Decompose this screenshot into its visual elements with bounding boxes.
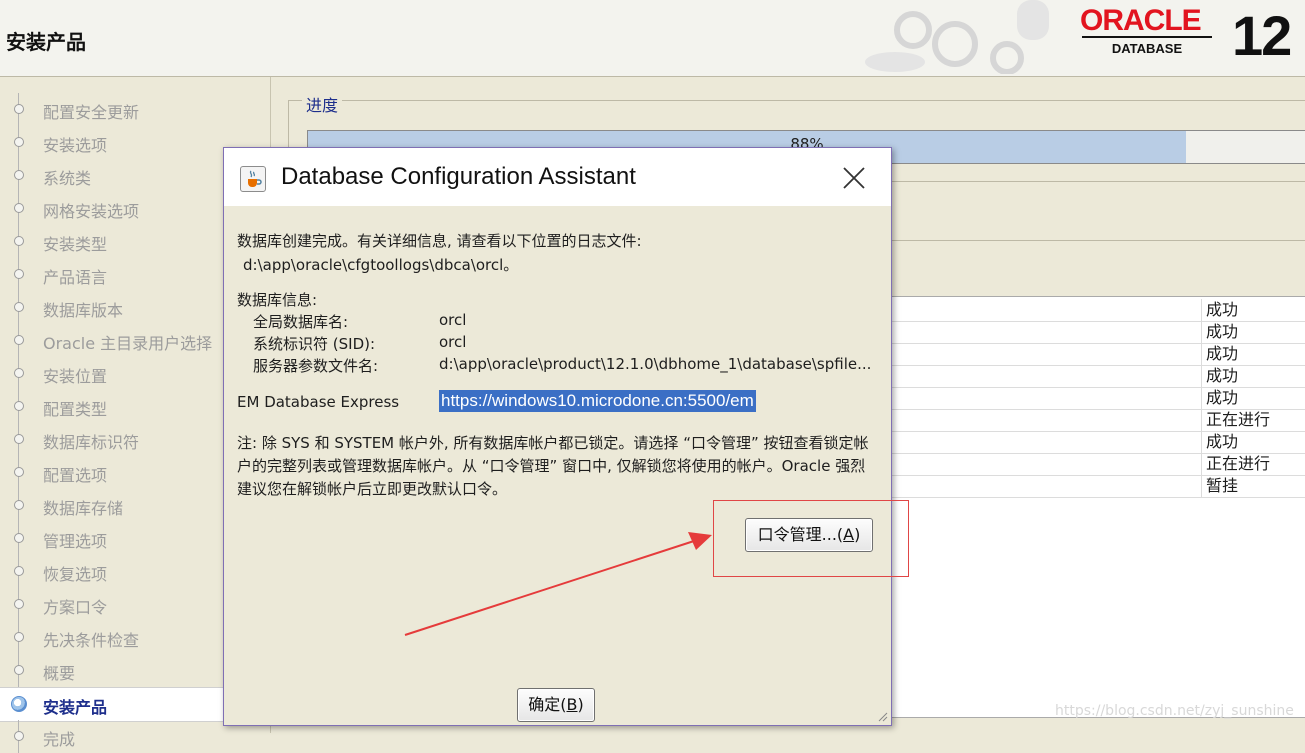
step-node-icon bbox=[14, 632, 24, 642]
status-table: 成功 成功 成功 成功 成功 正在进行 成功 正在进行 暂挂 bbox=[888, 296, 1305, 718]
status-cell: 成功 bbox=[1201, 387, 1238, 409]
gears-graphic-icon bbox=[865, 0, 1049, 74]
status-row: 暂挂 bbox=[889, 475, 1305, 498]
account-lock-note: 注: 除 SYS 和 SYSTEM 帐户外, 所有数据库帐户都已锁定。请选择 “… bbox=[237, 434, 869, 498]
em-url-link[interactable]: https://windows10.microdone.cn:5500/em bbox=[439, 390, 756, 412]
sidebar-step-label: 数据库存储 bbox=[43, 499, 124, 518]
dialog-title: Database Configuration Assistant bbox=[281, 163, 636, 190]
sidebar-step-label: 产品语言 bbox=[43, 268, 108, 287]
step-node-icon bbox=[11, 696, 27, 712]
oracle-version: 12 bbox=[1232, 4, 1292, 67]
close-icon[interactable] bbox=[836, 160, 872, 196]
log-path: d:\app\oracle\cfgtoollogs\dbca\orcl。 bbox=[243, 256, 519, 274]
progress-legend: 进度 bbox=[302, 92, 343, 116]
step-node-icon bbox=[14, 236, 24, 246]
spfile-value: d:\app\oracle\product\12.1.0\dbhome_1\da… bbox=[439, 355, 872, 373]
sidebar-step-label: 配置选项 bbox=[43, 466, 108, 485]
ok-button-mnemonic: B bbox=[566, 695, 578, 714]
step-node-icon bbox=[14, 203, 24, 213]
status-row: 成功 bbox=[889, 343, 1305, 366]
sidebar-step-label: 安装类型 bbox=[43, 235, 108, 254]
ok-button[interactable]: 确定(B) bbox=[517, 688, 595, 722]
status-cell: 正在进行 bbox=[1201, 453, 1270, 475]
status-cell: 暂挂 bbox=[1201, 475, 1238, 497]
dbca-dialog: Database Configuration Assistant 数据库创建完成… bbox=[223, 147, 892, 726]
step-node-icon bbox=[14, 269, 24, 279]
status-cell: 成功 bbox=[1201, 431, 1238, 453]
status-cell: 正在进行 bbox=[1201, 409, 1270, 431]
sidebar-step-label: 配置类型 bbox=[43, 400, 108, 419]
status-row: 成功 bbox=[889, 431, 1305, 454]
sidebar-step[interactable]: 配置安全更新 bbox=[0, 93, 270, 126]
step-node-icon bbox=[14, 500, 24, 510]
status-cell: 成功 bbox=[1201, 365, 1238, 387]
status-row: 正在进行 bbox=[889, 409, 1305, 432]
step-node-icon bbox=[14, 665, 24, 675]
oracle-brand-text: ORACLE bbox=[1080, 4, 1202, 37]
status-cell: 成功 bbox=[1201, 299, 1238, 321]
sidebar-step-label: 安装产品 bbox=[43, 698, 108, 717]
resize-grip-icon[interactable] bbox=[876, 710, 888, 722]
ok-button-label: 确定( bbox=[528, 695, 567, 714]
sidebar-step-label: 恢复选项 bbox=[43, 565, 108, 584]
java-coffee-icon bbox=[240, 166, 266, 192]
sidebar-step-label: 管理选项 bbox=[43, 532, 108, 551]
dialog-titlebar[interactable]: Database Configuration Assistant bbox=[224, 148, 891, 206]
status-row: 成功 bbox=[889, 387, 1305, 410]
status-cell: 成功 bbox=[1201, 343, 1238, 365]
status-row: 成功 bbox=[889, 365, 1305, 388]
em-label: EM Database Express bbox=[237, 393, 400, 411]
completion-message: 数据库创建完成。有关详细信息, 请查看以下位置的日志文件: bbox=[237, 232, 642, 250]
oracle-product-text: DATABASE bbox=[1082, 36, 1212, 56]
watermark: https://blog.csdn.net/zyj_sunshine bbox=[1055, 703, 1294, 719]
step-node-icon bbox=[14, 302, 24, 312]
sidebar-step-label: 网格安装选项 bbox=[43, 202, 140, 221]
step-node-icon bbox=[14, 104, 24, 114]
sidebar-step-label: 安装选项 bbox=[43, 136, 108, 155]
step-node-icon bbox=[14, 533, 24, 543]
step-node-icon bbox=[14, 566, 24, 576]
oracle-logo: ORACLE DATABASE bbox=[1080, 6, 1212, 56]
step-node-icon bbox=[14, 368, 24, 378]
step-node-icon bbox=[14, 335, 24, 345]
spfile-label: 服务器参数文件名: bbox=[253, 357, 379, 375]
sidebar-step-label: 概要 bbox=[43, 664, 76, 683]
step-node-icon bbox=[14, 467, 24, 477]
step-node-icon bbox=[14, 137, 24, 147]
sidebar-step-label: 安装位置 bbox=[43, 367, 108, 386]
page-title: 安装产品 bbox=[6, 30, 86, 54]
sidebar-step-label: Oracle 主目录用户选择 bbox=[43, 334, 213, 353]
status-row: 正在进行 bbox=[889, 453, 1305, 476]
step-node-icon bbox=[14, 170, 24, 180]
status-section-divider bbox=[888, 240, 1305, 267]
step-node-icon bbox=[14, 599, 24, 609]
status-row: 成功 bbox=[889, 321, 1305, 344]
installer-header: 安装产品 ORACLE DATABASE 12 bbox=[0, 0, 1305, 77]
status-row: 成功 bbox=[889, 299, 1305, 322]
sid-value: orcl bbox=[439, 333, 467, 351]
global-db-name-value: orcl bbox=[439, 311, 467, 329]
sidebar-step-label: 系统类 bbox=[43, 169, 92, 188]
sidebar-step-label: 数据库版本 bbox=[43, 301, 124, 320]
db-info-heading: 数据库信息: bbox=[237, 291, 318, 309]
status-cell: 成功 bbox=[1201, 321, 1238, 343]
sidebar-step-label: 方案口令 bbox=[43, 598, 108, 617]
annotation-highlight-box bbox=[713, 500, 909, 577]
sid-label: 系统标识符 (SID): bbox=[253, 335, 376, 353]
step-node-icon bbox=[14, 434, 24, 444]
sidebar-step-label: 先决条件检查 bbox=[43, 631, 140, 650]
global-db-name-label: 全局数据库名: bbox=[253, 313, 349, 331]
sidebar-step-label: 数据库标识符 bbox=[43, 433, 140, 452]
sidebar-step-label: 配置安全更新 bbox=[43, 103, 140, 122]
sidebar-step-label: 完成 bbox=[43, 730, 76, 749]
step-node-icon bbox=[14, 401, 24, 411]
